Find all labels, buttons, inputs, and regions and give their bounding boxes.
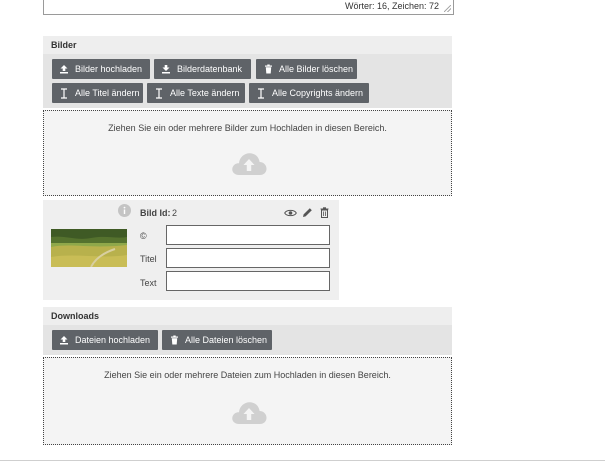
- upload-icon: [58, 330, 70, 350]
- edit-all-titles-button[interactable]: Alle Titel ändern: [52, 83, 143, 103]
- text-label: Text: [140, 278, 157, 288]
- image-dropzone-text: Ziehen Sie ein oder mehrere Bilder zum H…: [108, 123, 387, 133]
- page-divider: [0, 460, 605, 461]
- trash-icon[interactable]: [320, 207, 329, 218]
- image-id-value: 2: [172, 208, 178, 218]
- trash-icon: [262, 59, 274, 79]
- trash-icon: [168, 330, 180, 350]
- cloud-upload-icon: [232, 402, 267, 424]
- copyright-input[interactable]: [166, 225, 330, 245]
- upload-files-button[interactable]: Dateien hochladen: [52, 330, 158, 350]
- image-id-label: Bild Id:: [140, 208, 171, 218]
- text-cursor-icon: [255, 83, 267, 103]
- downloads-section-title: Downloads: [51, 311, 100, 321]
- image-thumbnail[interactable]: [51, 229, 127, 267]
- downloads-section-header: Downloads: [43, 307, 452, 325]
- image-database-button[interactable]: Bilderdatenbank: [154, 59, 251, 79]
- delete-all-images-button[interactable]: Alle Bilder löschen: [256, 59, 357, 79]
- text-cursor-icon: [58, 83, 70, 103]
- edit-all-copyrights-button[interactable]: Alle Copyrights ändern: [249, 83, 369, 103]
- edit-all-texts-button[interactable]: Alle Texte ändern: [147, 83, 245, 103]
- images-button-bar: Bilder hochladen Bilderdatenbank Alle Bi…: [43, 54, 452, 108]
- images-section-title: Bilder: [51, 40, 77, 50]
- info-icon[interactable]: [118, 204, 131, 217]
- cloud-upload-icon: [232, 153, 267, 175]
- resize-handle-icon[interactable]: [444, 5, 451, 12]
- upload-images-button[interactable]: Bilder hochladen: [52, 59, 150, 79]
- text-cursor-icon: [153, 83, 165, 103]
- pencil-icon[interactable]: [302, 207, 313, 218]
- image-card: Bild Id: 2 © Titel Text: [43, 200, 339, 300]
- copyright-label: ©: [140, 231, 147, 241]
- delete-all-files-button[interactable]: Alle Dateien löschen: [162, 330, 272, 350]
- image-dropzone[interactable]: Ziehen Sie ein oder mehrere Bilder zum H…: [43, 110, 452, 196]
- downloads-button-bar: Dateien hochladen Alle Dateien löschen: [43, 325, 452, 355]
- word-count: Wörter: 16, Zeichen: 72: [344, 1, 439, 11]
- images-section-header: Bilder: [43, 36, 452, 54]
- title-input[interactable]: [166, 248, 330, 268]
- download-icon: [160, 59, 172, 79]
- files-dropzone[interactable]: Ziehen Sie ein oder mehrere Dateien zum …: [43, 357, 452, 445]
- upload-icon: [58, 59, 70, 79]
- files-dropzone-text: Ziehen Sie ein oder mehrere Dateien zum …: [104, 370, 391, 380]
- editor-status-bar: Wörter: 16, Zeichen: 72: [43, 0, 454, 15]
- eye-icon[interactable]: [284, 208, 297, 218]
- title-label: Titel: [140, 254, 157, 264]
- text-input[interactable]: [166, 271, 330, 291]
